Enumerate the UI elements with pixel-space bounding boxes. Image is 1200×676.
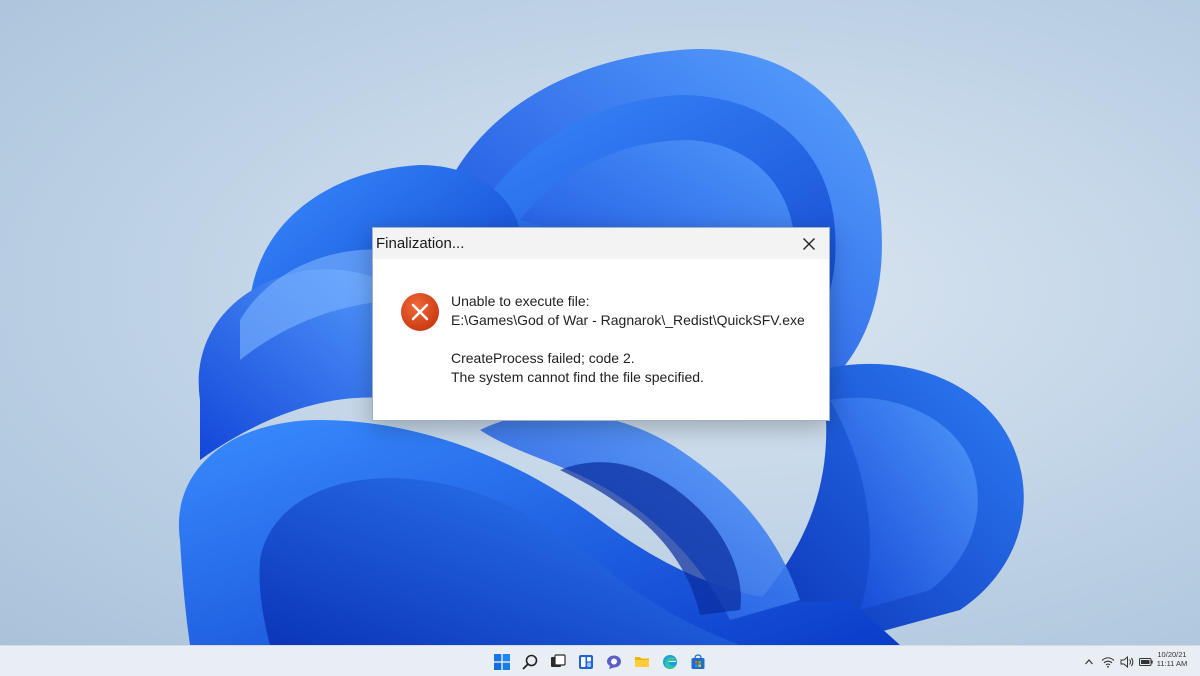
chat-button[interactable]	[602, 650, 626, 674]
edge-icon	[663, 655, 677, 669]
error-dialog: Finalization... Unable to execute file: …	[372, 227, 830, 421]
show-hidden-icons-button[interactable]	[1082, 655, 1096, 669]
task-view-button[interactable]	[546, 650, 570, 674]
chat-icon	[607, 655, 621, 669]
start-button[interactable]	[490, 650, 514, 674]
error-icon	[401, 293, 439, 331]
file-explorer-icon	[635, 657, 649, 667]
taskbar-apps	[490, 650, 710, 674]
message-line-3: CreateProcess failed; code 2.	[451, 350, 635, 366]
close-button[interactable]	[795, 231, 823, 257]
store-button[interactable]	[686, 650, 710, 674]
volume-button[interactable]	[1120, 655, 1134, 669]
search-icon	[522, 654, 538, 670]
widgets-icon	[579, 655, 593, 669]
taskbar-clock[interactable]: 10/20/21 11:11 AM	[1150, 650, 1194, 668]
widgets-button[interactable]	[574, 650, 598, 674]
volume-icon	[1120, 656, 1134, 668]
taskbar: 10/20/21 11:11 AM	[0, 645, 1200, 676]
task-view-icon	[551, 654, 566, 667]
chevron-up-icon	[1085, 659, 1093, 665]
message-line-4: The system cannot find the file specifie…	[451, 369, 704, 385]
clock-time: 11:11 AM	[1156, 659, 1188, 668]
system-tray	[1082, 652, 1153, 672]
dialog-titlebar[interactable]: Finalization...	[373, 228, 829, 259]
start-icon	[494, 654, 510, 670]
wifi-icon	[1101, 657, 1115, 668]
file-explorer-button[interactable]	[630, 650, 654, 674]
dialog-title: Finalization...	[376, 235, 465, 252]
clock-date: 10/20/21	[1157, 650, 1187, 659]
search-button[interactable]	[518, 650, 542, 674]
edge-button[interactable]	[658, 650, 682, 674]
network-button[interactable]	[1101, 655, 1115, 669]
close-icon	[803, 238, 815, 250]
store-icon	[691, 654, 705, 669]
message-line-1: Unable to execute file:	[451, 293, 590, 309]
message-file-path: E:\Games\God of War - Ragnarok\_Redist\Q…	[451, 312, 805, 328]
